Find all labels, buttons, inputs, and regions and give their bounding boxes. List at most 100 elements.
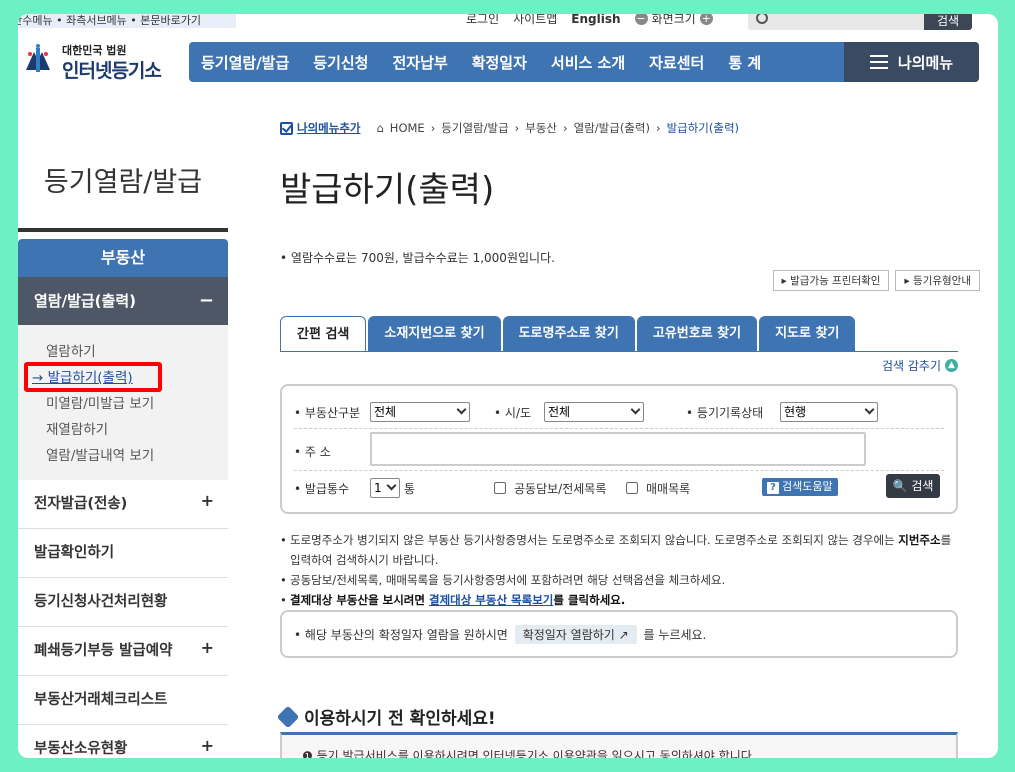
tab-simple-search[interactable]: 간편 검색 xyxy=(280,316,367,352)
fee-notice: • 열람수수료는 700원, 발급수수료는 1,000원입니다. xyxy=(280,251,555,265)
sidebar-item-label: 전자발급(전송) xyxy=(34,496,128,512)
my-menu-label: 나의메뉴 xyxy=(897,53,954,72)
sidebar-list: 전자발급(전송) + 발급확인하기 등기신청사건처리현황 폐쇄등기부등 발급예약 +… xyxy=(18,480,228,758)
sidebar-item-label: 열람/발급(출력) xyxy=(34,292,136,310)
tab-map[interactable]: 지도로 찾기 xyxy=(759,316,856,352)
sido-label-text: 시/도 xyxy=(504,406,532,420)
search-tabs: 간편 검색 소재지번으로 찾기 도로명주소로 찾기 고유번호로 찾기 지도로 찾… xyxy=(280,316,856,352)
type-guide-button[interactable]: ▸ 등기유형안내 xyxy=(895,270,980,291)
before-use-box: ❶ 등기 발급서비스를 이용하시려면 인터넷등기소 이용약관을 읽으시고 동의하… xyxy=(280,732,958,758)
sales-list-checkbox[interactable] xyxy=(626,482,638,494)
sido-select[interactable]: 전체 xyxy=(544,402,644,422)
my-menu-button[interactable]: 나의메뉴 xyxy=(844,42,979,82)
question-icon: ? xyxy=(767,482,779,494)
sidebar-item-checklist[interactable]: 부동산거래체크리스트 xyxy=(18,676,228,725)
hide-search-toggle[interactable]: 검색 감추기 ▲ xyxy=(882,357,958,374)
sidebar-item-closed-reservation[interactable]: 폐쇄등기부등 발급예약 + xyxy=(18,627,228,676)
type-label-text: 부동산구분 xyxy=(304,406,361,420)
breadcrumb-item[interactable]: 열람/발급(출력) xyxy=(574,120,650,136)
expand-icon: + xyxy=(200,638,214,657)
divider xyxy=(294,470,944,471)
add-my-menu-link[interactable]: 나의메뉴추가 xyxy=(280,120,360,136)
count-select[interactable]: 1 xyxy=(370,478,400,498)
skip-links[interactable]: 정단수메뉴 • 좌측서브메뉴 • 본문바로가기 xyxy=(18,14,236,28)
search-submit-label: 검색 xyxy=(911,479,934,493)
sidebar-item-issue-check[interactable]: 발급확인하기 xyxy=(18,529,228,578)
tab-unique-number[interactable]: 고유번호로 찾기 xyxy=(636,316,758,352)
breadcrumb: 나의메뉴추가 ⌂ HOME › 등기열람/발급 › 부동산 › 열람/발급(출력… xyxy=(280,120,739,136)
address-label: • 주 소 xyxy=(294,445,331,459)
before-use-title: 이용하시기 전 확인하세요! xyxy=(304,709,496,729)
search-help-button[interactable]: ? 검색도움말 xyxy=(762,478,838,496)
breadcrumb-sep: › xyxy=(514,121,520,135)
tab-lot-number[interactable]: 소재지번으로 찾기 xyxy=(368,316,501,352)
highlight-annotation xyxy=(24,362,162,392)
notice-payment: 결제대상 부동산을 보시려면 결제대상 부동산 목록보기를 클릭하세요. xyxy=(280,590,960,610)
top-search-button[interactable]: 검색 xyxy=(924,14,972,30)
page-title: 발급하기(출력) xyxy=(280,170,495,210)
login-link[interactable]: 로그인 xyxy=(466,14,499,27)
court-emblem-icon xyxy=(21,43,55,77)
joint-collateral-label: 공동담보/전세목록 xyxy=(514,482,607,496)
notice-options: 공동담보/전세목록, 매매목록을 등기사항증명서에 포함하려면 해당 선택옵션을… xyxy=(280,570,960,590)
printer-check-button[interactable]: ▸ 발급가능 프린터확인 xyxy=(772,270,890,291)
sidebar-submenu: 열람하기 → 발급하기(출력) 미열람/미발급 보기 재열람하기 열람/발급내역… xyxy=(18,325,228,480)
breadcrumb-sep: › xyxy=(563,121,568,135)
breadcrumb-current: 발급하기(출력) xyxy=(666,121,740,135)
sidebar-item-case-status[interactable]: 등기신청사건처리현황 xyxy=(18,578,228,627)
gnb-item-fixed-date[interactable]: 확정일자 xyxy=(460,52,539,73)
search-help-label: 검색도움말 xyxy=(782,480,833,493)
gnb-item-e-payment[interactable]: 전자납부 xyxy=(380,52,459,73)
status-select[interactable]: 현행 xyxy=(780,402,878,422)
chevron-down-icon xyxy=(630,404,641,415)
count-select-value: 1 xyxy=(374,481,382,495)
breadcrumb-sep: › xyxy=(430,121,436,135)
english-link[interactable]: English xyxy=(571,14,620,26)
breadcrumb-item[interactable]: 등기열람/발급 xyxy=(441,120,508,136)
sidebar-item-view-issue-print[interactable]: 열람/발급(출력) − xyxy=(18,277,228,325)
zoom-control: − 화면크기 + xyxy=(634,14,713,27)
zoom-out-icon[interactable]: − xyxy=(634,14,648,25)
address-label-text: 주 소 xyxy=(304,445,331,459)
sitemap-link[interactable]: 사이트맵 xyxy=(513,14,557,27)
type-select-value: 전체 xyxy=(374,405,397,419)
status-select-value: 현행 xyxy=(784,405,807,419)
zoom-in-icon[interactable]: + xyxy=(699,14,713,25)
before-use-text: 등기 발급서비스를 이용하시려면 인터넷등기소 이용약관을 읽으시고 동의하셔야… xyxy=(316,749,756,758)
type-guide-label: 등기유형안내 xyxy=(913,275,971,287)
breadcrumb-home[interactable]: HOME xyxy=(390,121,425,135)
gnb-item-registration[interactable]: 등기신청 xyxy=(301,52,380,73)
gnb-item-resources[interactable]: 자료센터 xyxy=(637,52,716,73)
address-input[interactable] xyxy=(370,432,866,466)
breadcrumb-item[interactable]: 부동산 xyxy=(525,120,557,136)
hide-search-label: 검색 감추기 xyxy=(881,359,941,373)
joint-collateral-checkbox[interactable] xyxy=(494,482,506,494)
logo-site-name: 인터넷등기소 xyxy=(62,60,162,82)
expand-icon: + xyxy=(200,736,214,755)
add-my-menu-label: 나의메뉴추가 xyxy=(297,121,361,135)
sidebar-title: 등기열람/발급 xyxy=(43,167,203,198)
count-label: • 발급통수 xyxy=(294,482,350,496)
sidebar-sub-unviewed[interactable]: 미열람/미발급 보기 xyxy=(18,391,228,417)
before-use-heading: 이용하시기 전 확인하세요! xyxy=(276,704,496,729)
payment-list-link[interactable]: 결제대상 부동산 목록보기 xyxy=(429,593,553,607)
fixed-date-view-button[interactable]: 확정일자 열람하기 ↗ xyxy=(514,625,637,644)
notice-road-address: 도로명주소가 병기되지 않은 부동산 등기사항증명서는 도로명주소로 조회되지 … xyxy=(280,530,960,570)
sidebar-item-e-issue[interactable]: 전자발급(전송) + xyxy=(18,480,228,529)
fixed-date-view-label: 확정일자 열람하기 xyxy=(522,628,615,642)
sido-label: • 시/도 xyxy=(494,406,532,420)
sidebar-item-label: 발급확인하기 xyxy=(34,545,115,561)
sido-select-value: 전체 xyxy=(548,405,571,419)
type-select[interactable]: 전체 xyxy=(370,402,470,422)
sidebar-item-ownership[interactable]: 부동산소유현황 + xyxy=(18,725,228,758)
sidebar-sub-review[interactable]: 재열람하기 xyxy=(18,417,228,443)
home-icon: ⌂ xyxy=(376,121,384,135)
site-logo[interactable]: 대한민국 법원 인터넷등기소 xyxy=(18,38,178,86)
gnb-item-statistics[interactable]: 통 계 xyxy=(716,52,773,73)
fee-notice-text: 열람수수료는 700원, 발급수수료는 1,000원입니다. xyxy=(290,251,555,265)
tab-road-address[interactable]: 도로명주소로 찾기 xyxy=(502,316,635,352)
gnb-item-view-issue[interactable]: 등기열람/발급 xyxy=(189,52,301,73)
search-submit-button[interactable]: 🔍 검색 xyxy=(886,474,940,498)
gnb-item-service-intro[interactable]: 서비스 소개 xyxy=(539,52,637,73)
sidebar-sub-history[interactable]: 열람/발급내역 보기 xyxy=(18,443,228,469)
